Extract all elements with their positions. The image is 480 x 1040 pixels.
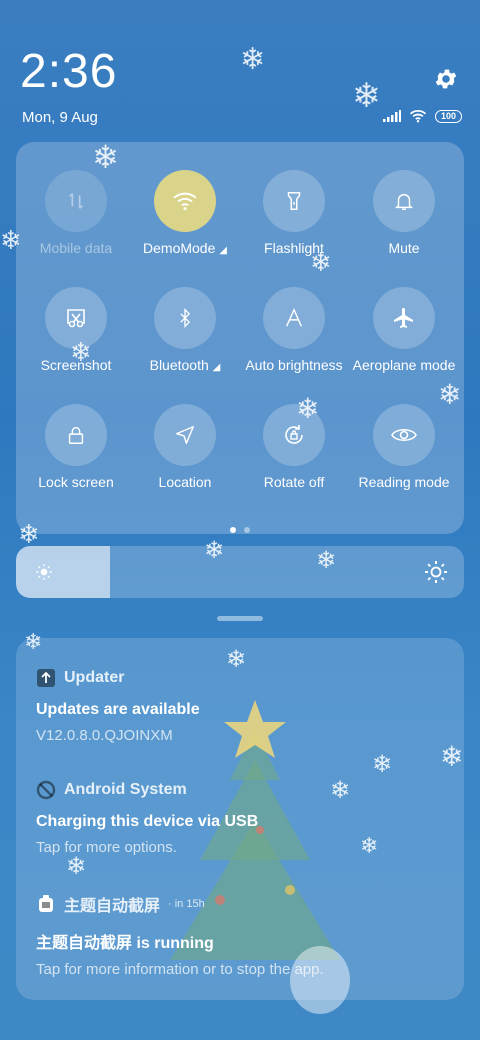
brightness-low-icon xyxy=(36,564,52,580)
signal-icon xyxy=(382,110,401,122)
airplane-icon xyxy=(394,308,413,328)
location-icon xyxy=(176,426,194,444)
expand-arrow-icon[interactable]: ◢ xyxy=(219,245,227,256)
notification-header: 主题自动截屏 · in 15h xyxy=(36,892,446,916)
wifi-status-icon xyxy=(409,109,427,123)
page-indicator xyxy=(16,520,464,538)
tile-label: Bluetooth xyxy=(149,357,209,373)
notification-android-system[interactable]: Android System Charging this device via … xyxy=(36,780,446,856)
notification-app-name: Android System xyxy=(64,781,187,798)
bluetooth-icon xyxy=(180,308,191,328)
tile-label: Mute xyxy=(388,240,420,256)
aeroplane-mode-button[interactable] xyxy=(373,287,435,349)
tile-aeroplane-mode[interactable]: Aeroplane mode xyxy=(349,287,459,373)
page-dot-active[interactable] xyxy=(230,527,236,533)
system-status-icons: 100 xyxy=(382,109,462,123)
tile-mobile-data[interactable]: Mobile data xyxy=(21,170,131,256)
notification-title: 主题自动截屏 is running xyxy=(36,935,214,952)
clock: 2:36 xyxy=(20,45,118,98)
tile-demomode[interactable]: DemoMode ◢ xyxy=(130,170,240,256)
battery-indicator: 100 xyxy=(434,109,462,123)
notification-theme-screenshot[interactable]: 主题自动截屏 · in 15h 主题自动截屏 is running Tap fo… xyxy=(36,892,446,978)
eye-icon xyxy=(391,428,417,442)
tile-mute[interactable]: Mute xyxy=(349,170,459,256)
flashlight-button[interactable] xyxy=(263,170,325,232)
tile-reading-mode[interactable]: Reading mode xyxy=(349,404,459,490)
lock-icon xyxy=(68,426,84,444)
notification-updater[interactable]: Updater Updates are available V12.0.8.0.… xyxy=(36,668,446,744)
wifi-icon xyxy=(173,192,197,211)
tile-label: Location xyxy=(158,474,212,490)
notification-header: Android System xyxy=(36,780,446,800)
notification-header: Updater xyxy=(36,668,446,688)
tile-location[interactable]: Location xyxy=(130,404,240,490)
notification-app-name: Updater xyxy=(64,669,125,686)
bell-icon xyxy=(394,193,414,210)
expand-arrow-icon[interactable]: ◢ xyxy=(213,362,221,373)
screenshot-icon xyxy=(67,309,85,328)
notification-body: V12.0.8.0.QJOINXM xyxy=(36,727,173,744)
notification-app-name: 主题自动截屏 xyxy=(64,898,161,915)
tile-label: DemoMode xyxy=(143,240,216,256)
auto-brightness-icon xyxy=(285,307,303,327)
mobile-data-icon xyxy=(68,193,84,209)
drag-handle[interactable] xyxy=(217,616,263,621)
brightness-high-icon xyxy=(425,561,447,583)
date[interactable]: Mon, 9 Aug xyxy=(22,109,98,126)
tile-label: Lock screen xyxy=(38,474,114,490)
brightness-slider[interactable] xyxy=(16,546,464,598)
tile-rotate-off[interactable]: Rotate off xyxy=(239,404,349,490)
rotate-off-button[interactable] xyxy=(263,404,325,466)
lock-screen-button[interactable] xyxy=(45,404,107,466)
settings-gear-icon[interactable] xyxy=(433,66,459,92)
screenshot-button[interactable] xyxy=(45,287,107,349)
notification-title: Charging this device via USB xyxy=(36,813,259,830)
tile-label: Rotate off xyxy=(263,474,325,490)
tile-label: Flashlight xyxy=(264,240,324,256)
notification-title: Updates are available xyxy=(36,701,200,718)
tile-lock-screen[interactable]: Lock screen xyxy=(21,404,131,490)
bluetooth-button[interactable] xyxy=(154,287,216,349)
tile-bluetooth[interactable]: Bluetooth ◢ xyxy=(130,287,240,373)
status-header: 2:36 Mon, 9 Aug 100 xyxy=(0,0,480,140)
rotate-lock-icon xyxy=(285,425,303,444)
notification-time: · in 15h xyxy=(168,898,205,910)
tile-screenshot[interactable]: Screenshot xyxy=(21,287,131,373)
mobile-data-button[interactable] xyxy=(45,170,107,232)
mute-button[interactable] xyxy=(373,170,435,232)
tile-label: Auto brightness xyxy=(245,357,343,373)
android-system-icon xyxy=(36,780,56,800)
flashlight-icon xyxy=(287,192,301,210)
reading-mode-button[interactable] xyxy=(373,404,435,466)
theme-screenshot-icon xyxy=(36,894,56,914)
quick-settings-panel: Mobile data DemoMode ◢ Flashlight Mute S… xyxy=(16,142,464,534)
auto-brightness-button[interactable] xyxy=(263,287,325,349)
brightness-fill xyxy=(16,546,111,598)
tile-label: Aeroplane mode xyxy=(352,357,456,373)
location-button[interactable] xyxy=(154,404,216,466)
page-dot[interactable] xyxy=(244,527,250,533)
tile-label: Mobile data xyxy=(39,240,113,256)
notification-body: Tap for more options. xyxy=(36,839,177,856)
updater-icon xyxy=(36,668,56,688)
tile-flashlight[interactable]: Flashlight xyxy=(239,170,349,256)
demomode-button[interactable] xyxy=(154,170,216,232)
tile-label: Screenshot xyxy=(40,357,112,373)
notification-body: Tap for more information or to stop the … xyxy=(36,961,324,978)
tile-auto-brightness[interactable]: Auto brightness xyxy=(239,287,349,373)
tile-label: Reading mode xyxy=(358,474,450,490)
tile-label-row: Bluetooth ◢ xyxy=(130,357,240,373)
tile-label-row: DemoMode ◢ xyxy=(130,240,240,256)
notification-panel: Updater Updates are available V12.0.8.0.… xyxy=(16,638,464,1000)
